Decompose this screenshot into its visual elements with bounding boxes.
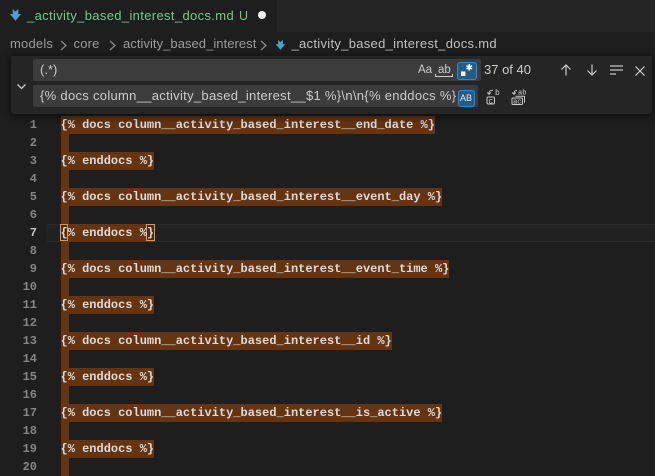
svg-text:ac: ac: [513, 99, 521, 106]
svg-text:b: b: [495, 89, 500, 98]
svg-text:ab: ab: [518, 90, 526, 98]
svg-text:c: c: [488, 97, 493, 106]
